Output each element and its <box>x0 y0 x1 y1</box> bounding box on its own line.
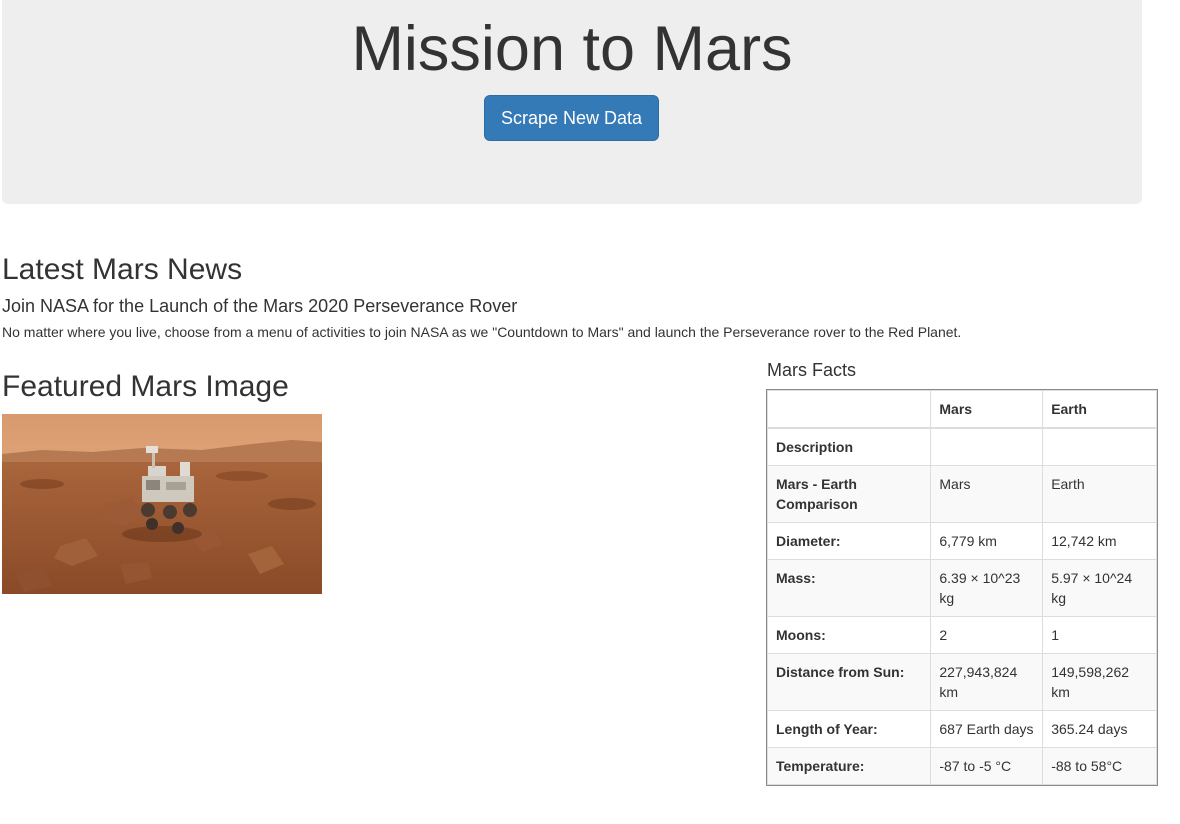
latest-news-heading: Latest Mars News <box>2 253 243 286</box>
earth-value <box>1042 427 1157 466</box>
mars-value: 687 Earth days <box>930 710 1044 748</box>
table-row: Diameter: 6,779 km 12,742 km <box>766 522 1157 560</box>
earth-value: 149,598,262 km <box>1042 653 1157 711</box>
mars-value: 2 <box>930 616 1044 654</box>
earth-value: 365.24 days <box>1042 710 1157 748</box>
mars-value: 227,943,824 km <box>930 653 1044 711</box>
column-header-earth: Earth <box>1042 390 1157 429</box>
featured-mars-image <box>2 414 322 594</box>
mars-value: -87 to -5 °C <box>930 747 1044 785</box>
row-label: Moons: <box>766 616 932 654</box>
earth-value: 1 <box>1042 616 1157 654</box>
mars-value: 6,779 km <box>930 522 1044 560</box>
mars-facts-heading: Mars Facts <box>767 360 857 380</box>
table-row: Temperature: -87 to -5 °C -88 to 58°C <box>766 747 1157 785</box>
table-row: Length of Year: 687 Earth days 365.24 da… <box>766 710 1157 748</box>
earth-value: 12,742 km <box>1042 522 1157 560</box>
scrape-new-data-button[interactable]: Scrape New Data <box>484 95 659 141</box>
column-header-mars: Mars <box>930 390 1044 429</box>
featured-image-heading: Featured Mars Image <box>2 370 289 403</box>
row-label: Length of Year: <box>766 710 932 748</box>
table-row: Description <box>766 427 1157 466</box>
row-label: Mars - Earth Comparison <box>766 465 932 523</box>
column-header <box>766 390 932 429</box>
table-row: Mass: 6.39 × 10^23 kg 5.97 × 10^24 kg <box>766 559 1157 617</box>
earth-value: -88 to 58°C <box>1042 747 1157 785</box>
mars-value: 6.39 × 10^23 kg <box>930 559 1044 617</box>
mars-facts-table: Mars Earth Description Mars - Earth Comp… <box>766 389 1158 786</box>
news-paragraph: No matter where you live, choose from a … <box>2 324 962 340</box>
news-title: Join NASA for the Launch of the Mars 202… <box>2 296 518 316</box>
mars-value: Mars <box>930 465 1044 523</box>
jumbotron-header: Mission to Mars Scrape New Data <box>2 0 1142 204</box>
table-row: Mars - Earth Comparison Mars Earth <box>766 465 1157 523</box>
row-label: Temperature: <box>766 747 932 785</box>
earth-value: Earth <box>1042 465 1157 523</box>
row-label: Description <box>766 427 932 466</box>
row-label: Diameter: <box>766 522 932 560</box>
table-row: Moons: 2 1 <box>766 616 1157 654</box>
page-title: Mission to Mars <box>351 14 793 84</box>
table-header-row: Mars Earth <box>766 390 1157 429</box>
earth-value: 5.97 × 10^24 kg <box>1042 559 1157 617</box>
row-label: Mass: <box>766 559 932 617</box>
mars-value <box>930 427 1044 466</box>
table-row: Distance from Sun: 227,943,824 km 149,59… <box>766 653 1157 711</box>
row-label: Distance from Sun: <box>766 653 932 711</box>
